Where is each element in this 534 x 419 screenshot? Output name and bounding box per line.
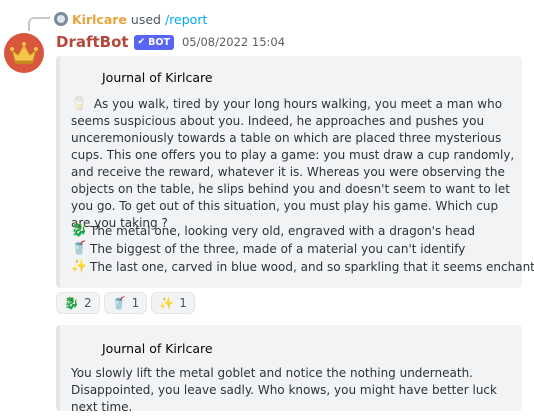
- embed-description: 🥛 As you walk, tired by your long hours …: [71, 96, 519, 232]
- bot-badge: ✔ BOT: [133, 34, 174, 50]
- reply-user-avatar[interactable]: [54, 12, 68, 26]
- bot-avatar[interactable]: [4, 33, 44, 73]
- message-timestamp: 05/08/2022 15:04: [181, 35, 286, 49]
- reaction-count: 1: [179, 296, 187, 310]
- sparkles-icon: ✨: [71, 259, 88, 274]
- result-embed: Journal of Kirlcare You slowly lift the …: [56, 325, 522, 414]
- choice-list: 🐉 The metal one, looking very old, engra…: [71, 222, 534, 276]
- reply-username[interactable]: Kirlcare: [72, 12, 127, 27]
- embed-title: Journal of Kirlcare: [102, 70, 213, 85]
- embed-description-text: As you walk, tired by your long hours wa…: [71, 97, 515, 230]
- reaction-dragon[interactable]: 🐉 2: [56, 292, 100, 314]
- sparkles-icon: ✨: [159, 296, 175, 310]
- reaction-bar: 🐉 2 🥤 1 ✨ 1: [56, 292, 195, 314]
- reaction-count: 2: [84, 296, 92, 310]
- reply-command[interactable]: /report: [165, 12, 207, 27]
- embed-description-text: You slowly lift the metal goblet and not…: [71, 366, 497, 414]
- cup-icon: 🥤: [71, 241, 88, 256]
- crown-icon: [10, 42, 38, 64]
- dragon-icon: 🐉: [71, 223, 88, 238]
- reply-reference[interactable]: Kirlcare used /report: [54, 10, 207, 28]
- choice-item: ✨ The last one, carved in blue wood, and…: [71, 258, 534, 276]
- embed-title: Journal of Kirlcare: [102, 341, 213, 356]
- author-name[interactable]: DraftBot: [56, 33, 129, 51]
- reply-action-text: used: [130, 11, 161, 27]
- choice-text: The last one, carved in blue wood, and s…: [90, 260, 534, 274]
- journal-embed: Journal of Kirlcare 🥛 As you walk, tired…: [56, 56, 534, 288]
- choice-text: The biggest of the three, made of a mate…: [90, 242, 466, 256]
- cup-icon: 🥛: [71, 97, 88, 112]
- verified-check-icon: ✔: [137, 37, 146, 47]
- message-header: DraftBot ✔ BOT 05/08/2022 15:04: [56, 32, 285, 52]
- dragon-icon: 🐉: [64, 296, 79, 310]
- reaction-count: 1: [131, 296, 140, 310]
- reaction-sparkles[interactable]: ✨ 1: [151, 292, 195, 314]
- cup-icon: 🥤: [111, 296, 127, 310]
- bot-badge-label: BOT: [148, 36, 170, 48]
- choice-item: 🥤 The biggest of the three, made of a ma…: [71, 240, 534, 258]
- reply-connector: [28, 17, 50, 31]
- choice-item: 🐉 The metal one, looking very old, engra…: [71, 222, 534, 240]
- choice-text: The metal one, looking very old, engrave…: [90, 224, 476, 238]
- reaction-cup[interactable]: 🥤 1: [103, 292, 148, 314]
